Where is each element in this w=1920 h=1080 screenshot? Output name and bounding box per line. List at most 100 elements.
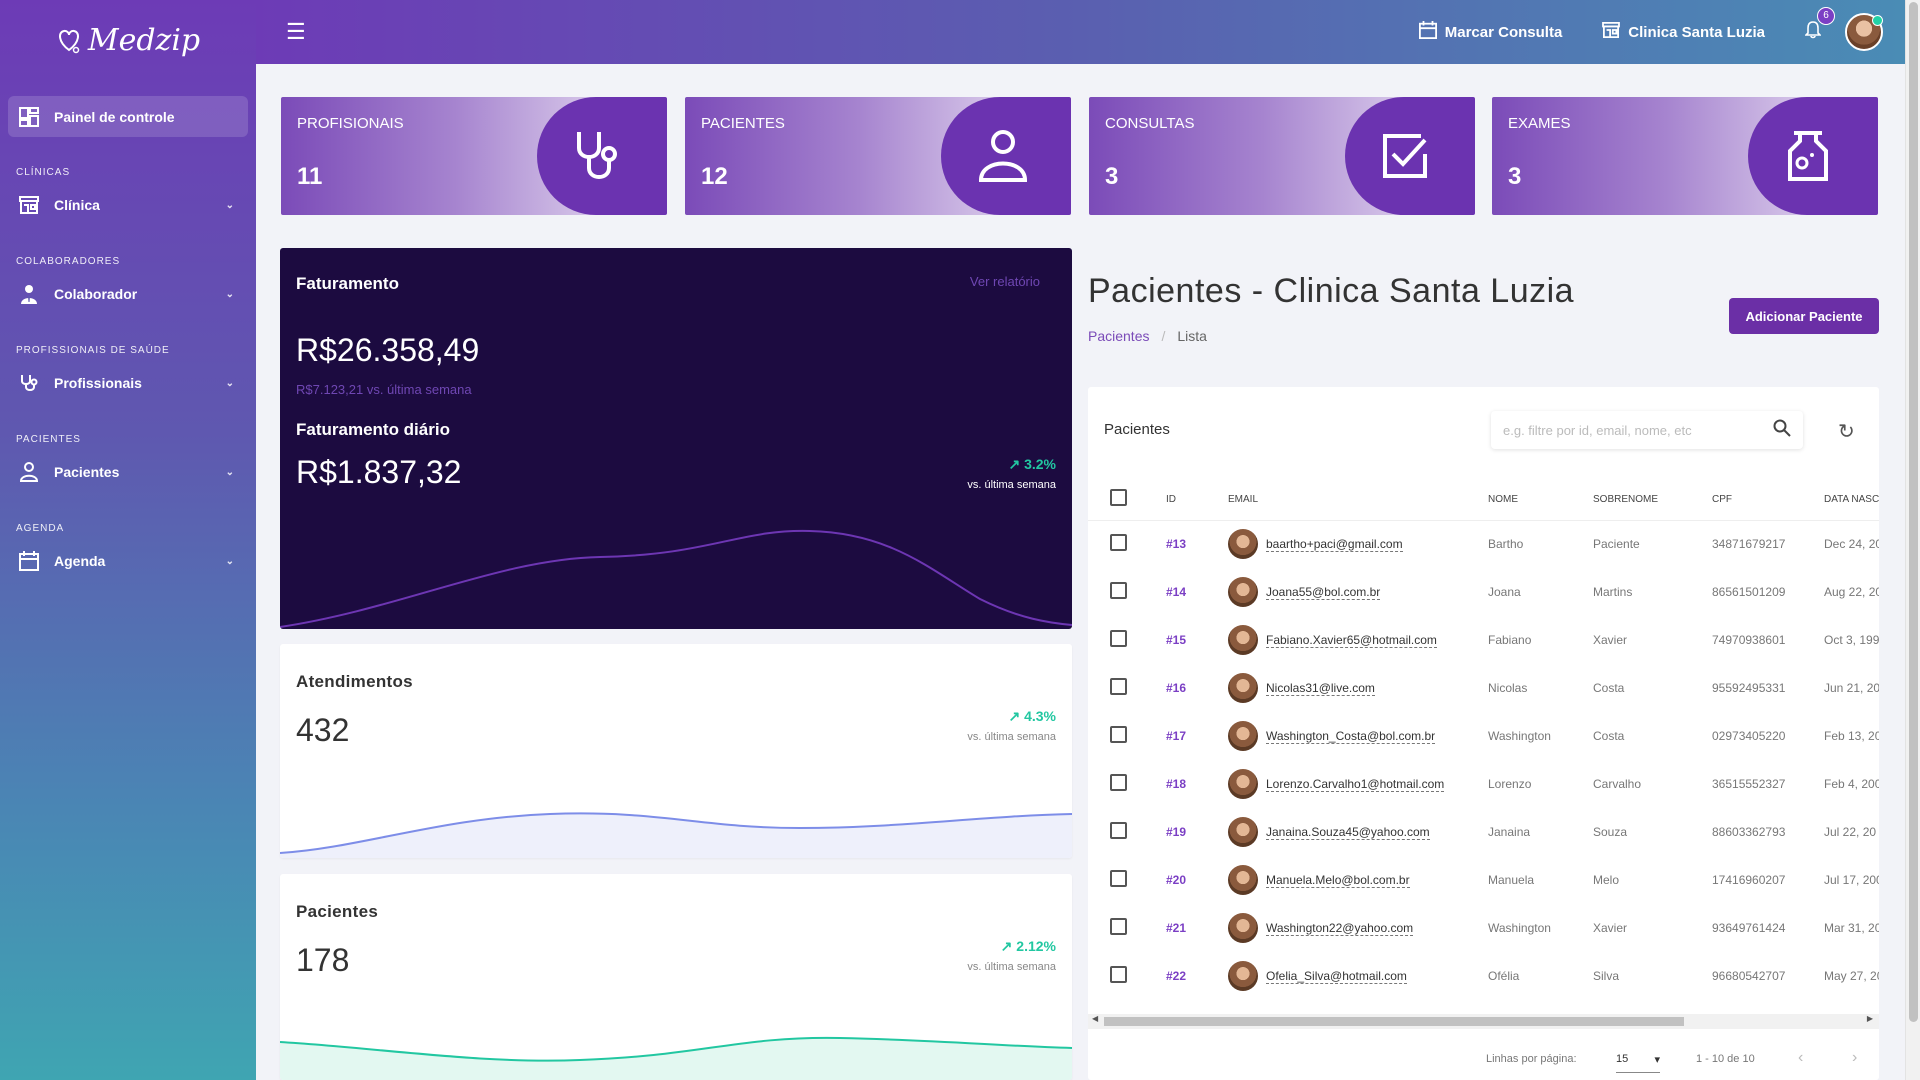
stat-label: EXAMES <box>1508 115 1571 132</box>
patient-email[interactable]: Lorenzo.Carvalho1@hotmail.com <box>1266 777 1445 792</box>
flask-icon <box>1748 97 1878 215</box>
table-row[interactable]: #18 Lorenzo.Carvalho1@hotmail.com Lorenzo C… <box>1088 760 1879 808</box>
row-checkbox[interactable] <box>1110 678 1127 695</box>
patient-email-cell: Nicolas31@live.com <box>1228 664 1488 712</box>
sidebar-item-profissionais[interactable]: Profissionais ⌄ <box>0 362 256 404</box>
scroll-right-arrow[interactable]: ▶ <box>1867 1014 1873 1023</box>
scroll-left-arrow[interactable]: ◀ <box>1092 1014 1098 1023</box>
row-checkbox[interactable] <box>1110 918 1127 935</box>
row-checkbox[interactable] <box>1110 630 1127 647</box>
column-header-id[interactable]: ID <box>1166 479 1228 521</box>
patients-table: ID EMAIL NOME SOBRENOME CPF DATA NASC #1… <box>1088 479 1879 1000</box>
avatar <box>1228 961 1258 991</box>
search-input[interactable] <box>1503 422 1773 438</box>
patient-email-cell: Lorenzo.Carvalho1@hotmail.com <box>1228 760 1488 808</box>
stat-label: PACIENTES <box>701 115 785 132</box>
patient-id[interactable]: #17 <box>1166 712 1228 760</box>
clinic-label: Clinica Santa Luzia <box>1628 23 1765 41</box>
row-checkbox[interactable] <box>1110 966 1127 983</box>
stat-value: 3 <box>1508 163 1522 190</box>
table-row[interactable]: #14 Joana55@bol.com.br Joana Martins 8656150… <box>1088 568 1879 616</box>
schedule-appointment-link[interactable]: Marcar Consulta <box>1418 21 1562 43</box>
page-scrollbar[interactable] <box>1905 0 1920 1080</box>
patient-email[interactable]: Washington22@yahoo.com <box>1266 921 1414 936</box>
patient-email[interactable]: Ofelia_Silva@hotmail.com <box>1266 969 1407 984</box>
card-value: 432 <box>296 712 350 748</box>
patient-id[interactable]: #21 <box>1166 904 1228 952</box>
patient-email[interactable]: Fabiano.Xavier65@hotmail.com <box>1266 633 1437 648</box>
row-checkbox[interactable] <box>1110 774 1127 791</box>
row-checkbox[interactable] <box>1110 822 1127 839</box>
store-icon <box>18 194 40 216</box>
patient-email[interactable]: Washington_Costa@bol.com.br <box>1266 729 1436 744</box>
table-row[interactable]: #20 Manuela.Melo@bol.com.br Manuela Melo 174… <box>1088 856 1879 904</box>
patient-id[interactable]: #20 <box>1166 856 1228 904</box>
bell-icon <box>1804 20 1822 43</box>
sidebar-item-agenda[interactable]: Agenda ⌄ <box>0 540 256 582</box>
column-header-data-nasc[interactable]: DATA NASC <box>1824 479 1879 521</box>
row-checkbox[interactable] <box>1110 870 1127 887</box>
view-report-link[interactable]: Ver relatório <box>970 274 1040 289</box>
patient-id[interactable]: #19 <box>1166 808 1228 856</box>
refresh-icon[interactable]: ↻ <box>1838 419 1855 444</box>
row-checkbox[interactable] <box>1110 534 1127 552</box>
column-header-email[interactable]: EMAIL <box>1228 479 1488 521</box>
patient-email[interactable]: Manuela.Melo@bol.com.br <box>1266 873 1410 888</box>
select-all-checkbox[interactable] <box>1110 489 1127 507</box>
patient-cpf: 96680542707 <box>1712 969 1786 983</box>
sidebar-item-clinica[interactable]: Clínica ⌄ <box>0 184 256 226</box>
sidebar-item-label: Agenda <box>54 553 106 569</box>
row-checkbox[interactable] <box>1110 726 1127 743</box>
trend-percent: 4.3% <box>1024 708 1056 724</box>
sidebar-item-colaborador[interactable]: Colaborador ⌄ <box>0 273 256 315</box>
stat-label: PROFISIONAIS <box>297 115 404 132</box>
table-row[interactable]: #15 Fabiano.Xavier65@hotmail.com Fabiano Xa… <box>1088 616 1879 664</box>
hamburger-menu-icon[interactable]: ☰ <box>286 19 306 45</box>
brand-logo[interactable]: Medzip <box>0 0 256 80</box>
column-header-sobrenome[interactable]: SOBRENOME <box>1593 479 1712 521</box>
patient-email[interactable]: Nicolas31@live.com <box>1266 681 1375 696</box>
column-header-nome[interactable]: NOME <box>1488 479 1593 521</box>
breadcrumb-link-pacientes[interactable]: Pacientes <box>1088 328 1149 344</box>
rows-per-page-select[interactable]: 15 ▾ <box>1616 1047 1660 1073</box>
sidebar-item-pacientes[interactable]: Pacientes ⌄ <box>0 451 256 493</box>
store-icon <box>1602 22 1621 42</box>
revenue-total: R$26.358,49 <box>296 332 480 368</box>
patient-email-cell: Washington22@yahoo.com <box>1228 904 1488 952</box>
notifications-button[interactable]: 6 <box>1804 6 1835 44</box>
column-header-cpf[interactable]: CPF <box>1712 479 1824 521</box>
patient-email[interactable]: baartho+paci@gmail.com <box>1266 537 1403 552</box>
section-title-profissionais: PROFISSIONAIS DE SAÚDE <box>16 345 170 356</box>
patient-last-name: Carvalho <box>1593 777 1642 791</box>
table-row[interactable]: #22 Ofelia_Silva@hotmail.com Ofélia Silva 96… <box>1088 952 1879 1000</box>
sidebar-item-label: Clínica <box>54 197 100 213</box>
patient-last-name: Paciente <box>1593 537 1640 552</box>
patient-id[interactable]: #22 <box>1166 952 1228 1000</box>
table-row[interactable]: #16 Nicolas31@live.com Nicolas Costa 9559249… <box>1088 664 1879 712</box>
user-avatar[interactable] <box>1845 13 1883 51</box>
table-row[interactable]: #13 baartho+paci@gmail.com Bartho Paciente 3… <box>1088 520 1879 568</box>
patient-email[interactable]: Joana55@bol.com.br <box>1266 585 1381 600</box>
previous-page-button[interactable]: ‹ <box>1798 1049 1803 1067</box>
patient-id[interactable]: #13 <box>1166 520 1228 568</box>
patient-id[interactable]: #18 <box>1166 760 1228 808</box>
table-row[interactable]: #17 Washington_Costa@bol.com.br Washington… <box>1088 712 1879 760</box>
attendance-trend: ↗ 4.3% vs. última semana <box>967 708 1056 743</box>
patient-id[interactable]: #14 <box>1166 568 1228 616</box>
patient-id[interactable]: #16 <box>1166 664 1228 712</box>
patient-email[interactable]: Janaina.Souza45@yahoo.com <box>1266 825 1430 840</box>
table-row[interactable]: #19 Janaina.Souza45@yahoo.com Janaina Souza… <box>1088 808 1879 856</box>
clinic-selector[interactable]: Clinica Santa Luzia <box>1602 22 1765 42</box>
add-patient-button[interactable]: Adicionar Paciente <box>1729 298 1879 334</box>
row-checkbox[interactable] <box>1110 582 1127 599</box>
search-icon[interactable] <box>1773 419 1791 442</box>
horizontal-scrollbar[interactable]: ◀ ▶ <box>1088 1014 1879 1029</box>
patient-id[interactable]: #15 <box>1166 616 1228 664</box>
revenue-comparison: R$7.123,21 vs. última semana <box>296 382 472 397</box>
breadcrumb: Pacientes / Lista <box>1088 328 1207 344</box>
next-page-button[interactable]: › <box>1852 1049 1857 1067</box>
stat-value: 12 <box>701 163 728 190</box>
sidebar-item-dashboard[interactable]: Painel de controle <box>8 96 248 137</box>
patient-last-name: Souza <box>1593 825 1628 839</box>
table-row[interactable]: #21 Washington22@yahoo.com Washington Xavie… <box>1088 904 1879 952</box>
